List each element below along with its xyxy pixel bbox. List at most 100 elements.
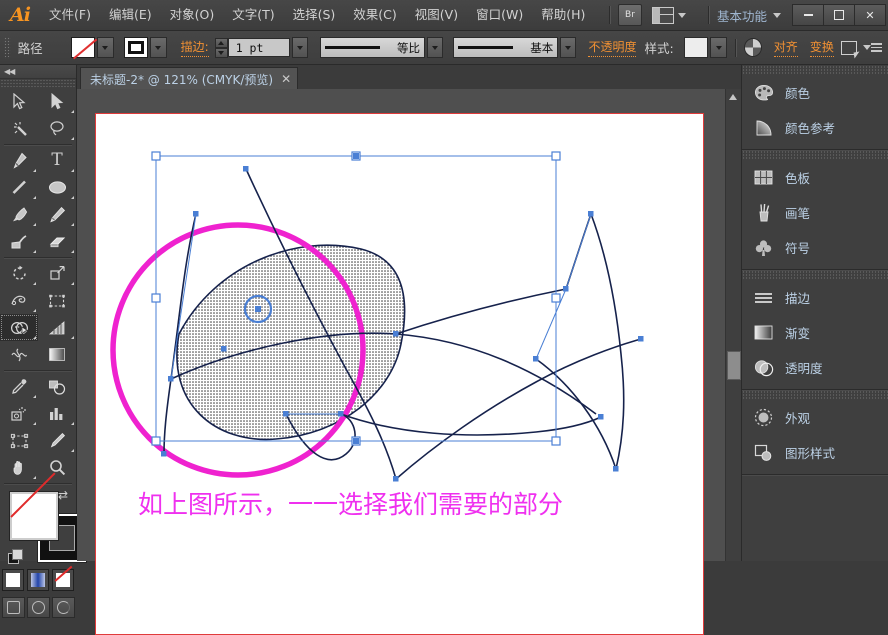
close-icon[interactable]: ✕ — [281, 72, 291, 86]
perspective-grid-tool[interactable] — [38, 314, 76, 341]
type-tool[interactable]: T — [38, 147, 76, 174]
stepper-up[interactable] — [214, 37, 228, 48]
panel-group-grip[interactable] — [742, 390, 888, 400]
shape-builder-tool[interactable] — [0, 314, 38, 341]
align-button[interactable]: 对齐 — [773, 38, 798, 57]
canvas-caption[interactable]: 如上图所示，一一选择我们需要的部分 — [138, 485, 563, 521]
scrollbar-thumb[interactable] — [727, 351, 741, 380]
document-tab[interactable]: 未标题-2* @ 121% (CMYK/预览) ✕ — [80, 67, 299, 90]
stroke-weight-label[interactable]: 描边: — [180, 38, 209, 57]
none-button[interactable] — [52, 569, 74, 591]
blend-tool[interactable] — [38, 373, 76, 400]
style-swatch[interactable] — [683, 37, 709, 58]
menu-effect[interactable]: 效果(C) — [344, 4, 405, 26]
chevron-down-icon[interactable] — [862, 45, 871, 50]
width-profile-dropdown[interactable] — [427, 37, 444, 58]
panel-gradient[interactable]: 渐变 — [742, 315, 888, 350]
panel-group-grip[interactable] — [742, 65, 888, 75]
panel-color[interactable]: 颜色 — [742, 75, 888, 110]
pencil-tool[interactable] — [38, 201, 76, 228]
artboard[interactable]: 如上图所示，一一选择我们需要的部分 — [95, 113, 704, 635]
tools-panel-grip[interactable] — [0, 79, 76, 88]
control-bar-grip[interactable] — [4, 36, 11, 59]
brush-definition-dropdown[interactable] — [560, 37, 577, 58]
panel-graphic-styles[interactable]: 图形样式 — [742, 435, 888, 470]
blob-brush-tool[interactable] — [0, 228, 38, 255]
opacity-label[interactable]: 不透明度 — [588, 38, 637, 57]
menu-file[interactable]: 文件(F) — [40, 4, 100, 26]
eyedropper-tool[interactable] — [0, 373, 38, 400]
style-dropdown[interactable] — [710, 37, 727, 58]
drawing-mode-normal[interactable] — [1, 597, 25, 618]
hand-tool[interactable] — [0, 454, 38, 481]
chevron-down-icon[interactable] — [773, 12, 781, 18]
color-button[interactable] — [2, 569, 24, 591]
panel-appearance[interactable]: 外观 — [742, 400, 888, 435]
stepper-down[interactable] — [214, 47, 228, 58]
maximize-button[interactable] — [823, 4, 855, 26]
panel-stroke[interactable]: 描边 — [742, 280, 888, 315]
symbol-sprayer-tool[interactable] — [0, 400, 38, 427]
panel-symbols[interactable]: 符号 — [742, 230, 888, 265]
menu-object[interactable]: 对象(O) — [161, 4, 224, 26]
vertical-scrollbar[interactable] — [725, 89, 741, 561]
close-button[interactable]: ✕ — [854, 4, 886, 26]
panel-brushes[interactable]: 画笔 — [742, 195, 888, 230]
eraser-tool[interactable] — [38, 228, 76, 255]
panel-swatches[interactable]: 色板 — [742, 160, 888, 195]
paintbrush-tool[interactable] — [0, 201, 38, 228]
mesh-tool[interactable] — [0, 341, 38, 368]
drawing-mode-inside[interactable] — [51, 597, 75, 618]
direct-selection-tool[interactable] — [38, 88, 76, 115]
fill-color-swatch[interactable] — [10, 492, 58, 540]
gradient-button[interactable] — [27, 569, 49, 591]
minimize-button[interactable] — [792, 4, 824, 26]
selection-tool[interactable] — [0, 88, 38, 115]
stroke-weight-stepper[interactable] — [214, 37, 228, 58]
menu-type[interactable]: 文字(T) — [223, 4, 283, 26]
free-transform-tool[interactable] — [38, 287, 76, 314]
column-graph-tool[interactable] — [38, 400, 76, 427]
stroke-weight-dropdown[interactable] — [291, 37, 309, 58]
artwork[interactable] — [96, 114, 703, 634]
tools-panel-collapse[interactable]: ◀◀ — [0, 65, 76, 79]
panel-color-guide[interactable]: 颜色参考 — [742, 110, 888, 145]
artboard-tool[interactable] — [0, 427, 38, 454]
isolate-selected-object-icon[interactable] — [840, 40, 861, 58]
default-fill-stroke-icon[interactable] — [8, 549, 23, 564]
panel-transparency[interactable]: 透明度 — [742, 350, 888, 385]
rotate-tool[interactable] — [0, 260, 38, 287]
bridge-button[interactable]: Br — [617, 4, 642, 26]
opacity-circle-icon[interactable] — [743, 38, 762, 57]
arrange-documents-button[interactable] — [651, 6, 686, 24]
panel-group-grip[interactable] — [742, 270, 888, 280]
drawing-mode-behind[interactable] — [26, 597, 50, 618]
fill-swatch[interactable] — [70, 37, 95, 58]
fill-dropdown[interactable] — [96, 37, 114, 58]
workspace-switcher[interactable]: 基本功能 — [717, 6, 767, 25]
width-profile-select[interactable]: 等比 — [320, 37, 426, 58]
panel-group-grip[interactable] — [742, 150, 888, 160]
gradient-tool[interactable] — [38, 341, 76, 368]
slice-tool[interactable] — [38, 427, 76, 454]
canvas-area[interactable]: 如上图所示，一一选择我们需要的部分 — [77, 89, 741, 635]
scroll-up-button[interactable] — [726, 89, 740, 104]
brush-definition-select[interactable]: 基本 — [453, 37, 559, 58]
stroke-weight-input[interactable]: 1 pt — [227, 38, 290, 57]
menu-edit[interactable]: 编辑(E) — [100, 4, 161, 26]
scale-tool[interactable] — [38, 260, 76, 287]
pen-tool[interactable] — [0, 147, 38, 174]
stroke-dropdown[interactable] — [149, 37, 167, 58]
menu-view[interactable]: 视图(V) — [406, 4, 467, 26]
zoom-tool[interactable] — [38, 454, 76, 481]
control-panel-menu-icon[interactable] — [871, 43, 882, 52]
menu-window[interactable]: 窗口(W) — [467, 4, 532, 26]
line-segment-tool[interactable] — [0, 174, 38, 201]
transform-button[interactable]: 变换 — [809, 38, 834, 57]
magic-wand-tool[interactable] — [0, 115, 38, 142]
menu-help[interactable]: 帮助(H) — [532, 4, 594, 26]
swap-fill-stroke-icon[interactable]: ⇄ — [58, 488, 68, 502]
lasso-tool[interactable] — [38, 115, 76, 142]
menu-select[interactable]: 选择(S) — [284, 4, 345, 26]
stroke-swatch[interactable] — [123, 37, 148, 58]
